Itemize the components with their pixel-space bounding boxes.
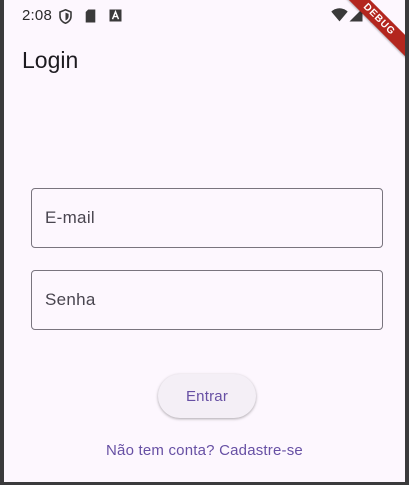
app-screen: 2:08 DEBUG Login E-mail Entrar Não tem c…: [4, 0, 405, 482]
status-time: 2:08: [22, 7, 52, 24]
email-field[interactable]: [32, 189, 382, 247]
page-title: Login: [22, 47, 79, 73]
status-bar: 2:08: [4, 0, 405, 32]
font-a-icon: [109, 9, 122, 27]
email-field-container: [31, 188, 383, 248]
sim-card-icon: [85, 9, 96, 28]
password-field[interactable]: [32, 271, 382, 329]
shield-icon: [59, 8, 72, 29]
signup-link[interactable]: Não tem conta? Cadastre-se: [4, 442, 405, 459]
wifi-icon: [331, 8, 348, 27]
password-field-container: [31, 270, 383, 330]
login-button[interactable]: Entrar: [158, 374, 256, 418]
